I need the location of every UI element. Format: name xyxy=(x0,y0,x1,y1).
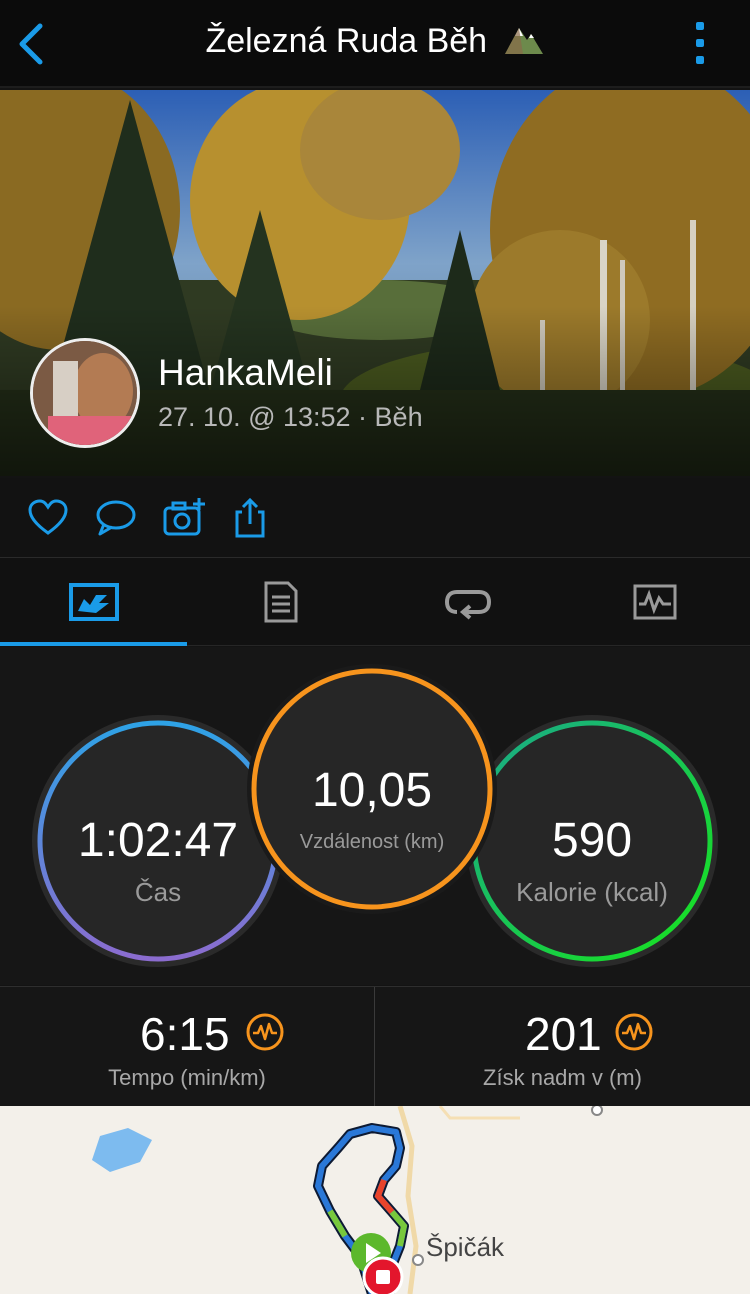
share-button[interactable] xyxy=(228,496,272,540)
mountain-icon xyxy=(503,22,545,65)
route-map[interactable]: Špičák xyxy=(0,1106,750,1294)
elevation-value: 201 xyxy=(525,1008,602,1060)
laps-icon xyxy=(444,590,491,620)
action-bar xyxy=(0,478,750,558)
activity-cover-photo[interactable]: HankaMeli 27. 10. @ 13:52 · Běh xyxy=(0,90,750,476)
pace-label: Tempo (min/km) xyxy=(108,1065,266,1090)
heart-icon xyxy=(28,499,68,535)
elevation-pulse-icon xyxy=(615,1013,653,1051)
distance-label: Vzdálenost (km) xyxy=(299,831,445,853)
add-photo-button[interactable] xyxy=(162,496,206,540)
comment-icon xyxy=(96,500,136,536)
comment-button[interactable] xyxy=(94,496,138,540)
activity-meta: 27. 10. @ 13:52 · Běh xyxy=(158,402,423,432)
title-text: Železná Ruda Běh xyxy=(205,22,488,60)
calories-label: Kalorie (kcal) xyxy=(516,877,668,907)
back-button[interactable] xyxy=(12,14,56,74)
add-photo-icon xyxy=(163,498,205,536)
tab-laps[interactable] xyxy=(374,558,561,646)
pace-value: 6:15 xyxy=(140,1008,230,1060)
avatar[interactable] xyxy=(30,338,140,448)
chevron-left-icon xyxy=(19,23,43,65)
elevation-label: Získ nadm v (m) xyxy=(483,1065,642,1090)
calories-value: 590 xyxy=(551,814,633,867)
tab-details[interactable] xyxy=(187,558,374,646)
username[interactable]: HankaMeli xyxy=(158,352,333,394)
tab-charts[interactable] xyxy=(561,558,748,646)
map-place-label: Špičák xyxy=(426,1232,505,1262)
charts-icon xyxy=(633,584,676,620)
elevation-metric[interactable]: 201 Získ nadm v (m) xyxy=(374,987,750,1107)
share-icon xyxy=(235,497,265,538)
details-icon xyxy=(264,581,297,623)
active-tab-indicator xyxy=(0,642,187,646)
calories-stat[interactable]: 590 Kalorie (kcal) xyxy=(464,713,720,969)
stop-icon xyxy=(362,1256,404,1294)
more-menu-button[interactable] xyxy=(694,22,706,66)
activity-tabs xyxy=(0,558,750,646)
like-button[interactable] xyxy=(26,496,70,540)
stats-panel: 1:02:47 Čas 590 Kalorie (kcal) 10,05 Vzd… xyxy=(0,647,750,985)
metrics-row: 6:15 Tempo (min/km) 201 Získ nadm v (m) xyxy=(0,986,750,1107)
pace-pulse-icon xyxy=(246,1013,284,1051)
page-title: Železná Ruda Běh xyxy=(100,22,650,65)
tab-overview[interactable] xyxy=(0,558,187,646)
distance-stat[interactable]: 10,05 Vzdálenost (km) xyxy=(246,663,498,915)
pace-metric[interactable]: 6:15 Tempo (min/km) xyxy=(0,987,374,1107)
overview-icon xyxy=(68,583,119,621)
top-bar: Železná Ruda Běh xyxy=(0,0,750,88)
kebab-menu-icon xyxy=(694,22,706,64)
distance-value: 10,05 xyxy=(311,764,433,817)
